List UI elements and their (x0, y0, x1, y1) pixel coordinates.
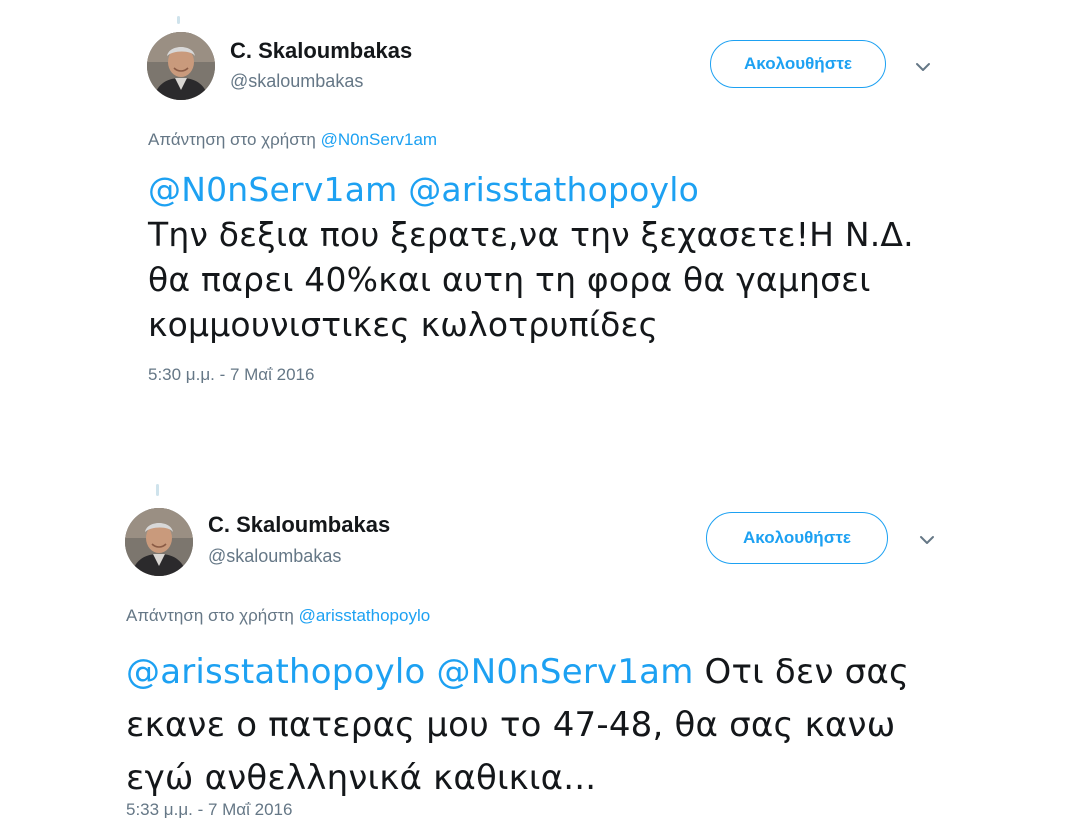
chevron-down-icon[interactable] (916, 529, 938, 551)
author-handle[interactable]: @skaloumbakas (208, 546, 341, 567)
thread-connector (156, 484, 159, 496)
tweet-text-line: εγώ ανθελληνικά καθικια... (126, 758, 597, 798)
avatar[interactable] (125, 508, 193, 576)
reply-context: Απάντηση στο χρήστη @arisstathopoylo (126, 606, 430, 626)
tweet-timestamp[interactable]: 5:30 μ.μ. - 7 Μαΐ 2016 (148, 365, 314, 385)
tweet-text-line: @N0nServ1am @arisstathopoylo (148, 167, 968, 212)
tweet-text-fragment: Οτι δεν σας (704, 652, 910, 692)
tweet-timestamp[interactable]: 5:33 μ.μ. - 7 Μαΐ 2016 (126, 800, 292, 820)
mention-link[interactable]: @N0nServ1am (437, 652, 694, 692)
reply-label: Απάντηση στο χρήστη (126, 606, 294, 625)
mention-link[interactable]: @arisstathopoylo (408, 170, 699, 209)
follow-button[interactable]: Ακολουθήστε (710, 40, 886, 88)
chevron-down-icon[interactable] (912, 56, 934, 78)
tweet-text: @N0nServ1am @arisstathopoylo Την δεξια π… (148, 167, 968, 347)
tweet-text-line: εκανε ο πατερας μου το 47-48, θα σας καν… (126, 705, 896, 745)
tweet: C. Skaloumbakas @skaloumbakas Ακολουθήστ… (0, 478, 1080, 839)
follow-button[interactable]: Ακολουθήστε (706, 512, 888, 564)
tweet-text: @arisstathopoylo @N0nServ1am Οτι δεν σας… (126, 646, 986, 805)
reply-mention-link[interactable]: @N0nServ1am (321, 130, 437, 149)
avatar[interactable] (147, 32, 215, 100)
author-handle[interactable]: @skaloumbakas (230, 71, 363, 92)
tweet-text-line: @arisstathopoylo @N0nServ1am Οτι δεν σας (126, 646, 986, 699)
mention-link[interactable]: @arisstathopoylo (126, 652, 426, 692)
author-name[interactable]: C. Skaloumbakas (230, 38, 412, 64)
thread-connector (177, 16, 180, 24)
avatar-photo-icon (125, 508, 193, 576)
avatar-photo-icon (147, 32, 215, 100)
tweet-text-line: Την δεξια που ξερατε,να την ξεχασετε!Η Ν… (148, 215, 914, 254)
tweet-text-line: κομμουνιστικες κωλοτρυπίδες (148, 305, 659, 344)
reply-label: Απάντηση στο χρήστη (148, 130, 316, 149)
tweet: C. Skaloumbakas @skaloumbakas Ακολουθήστ… (0, 0, 1080, 420)
mention-link[interactable]: @N0nServ1am (148, 170, 398, 209)
author-name[interactable]: C. Skaloumbakas (208, 512, 390, 538)
reply-context: Απάντηση στο χρήστη @N0nServ1am (148, 130, 437, 150)
tweet-text-line: θα παρει 40%και αυτη τη φορα θα γαμησει (148, 260, 871, 299)
reply-mention-link[interactable]: @arisstathopoylo (299, 606, 431, 625)
